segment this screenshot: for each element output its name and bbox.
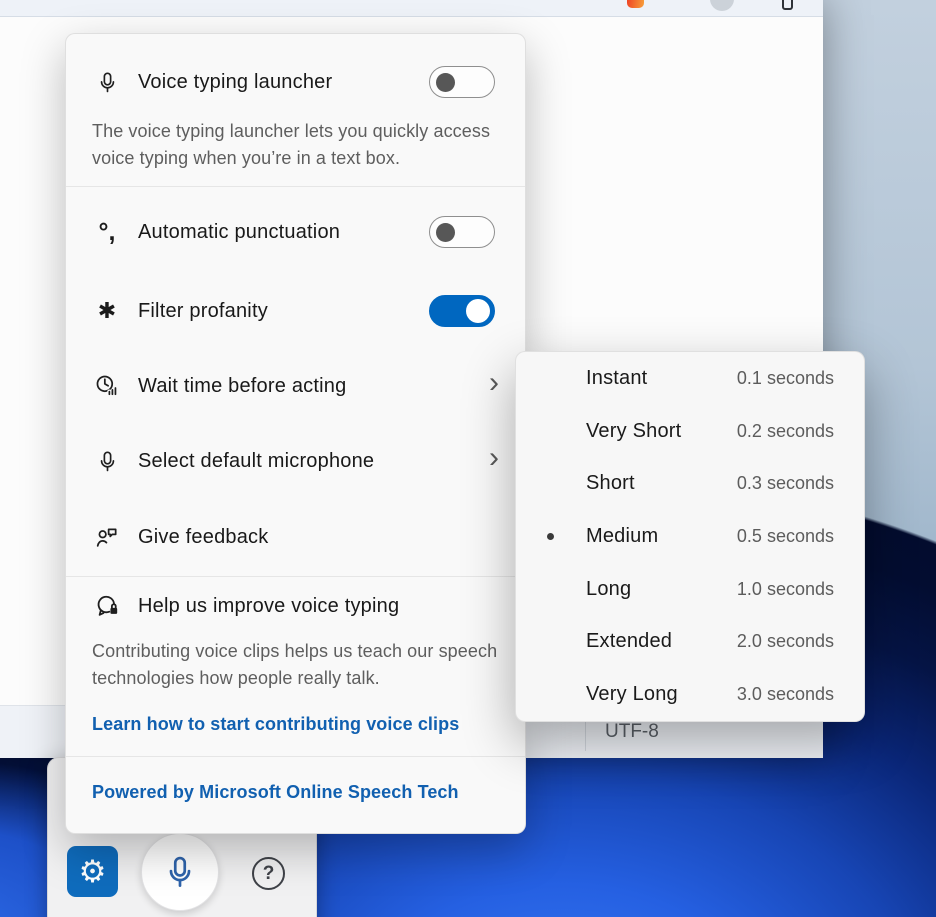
submenu-item-value: 0.2 seconds — [737, 421, 834, 442]
menu-item-label: Automatic punctuation — [138, 221, 340, 244]
window-topbar — [0, 0, 823, 17]
menu-item-filter-profanity[interactable]: ✱ Filter profanity — [92, 286, 499, 336]
microphone-icon — [92, 70, 122, 95]
submenu-item-value: 1.0 seconds — [737, 579, 834, 600]
submenu-item-label: Short — [586, 472, 635, 495]
submenu-item-label: Long — [586, 578, 631, 601]
toggle-knob — [436, 223, 455, 242]
voice-typing-launcher-toggle[interactable] — [429, 66, 495, 98]
selected-bullet — [547, 691, 586, 698]
chevron-right-icon: › — [489, 458, 499, 464]
voice-typing-settings-flyout: Voice typing launcher The voice typing l… — [65, 33, 526, 834]
selected-bullet — [547, 480, 586, 487]
selected-bullet — [547, 533, 586, 540]
submenu-item-label: Very Long — [586, 683, 678, 706]
menu-item-voice-typing-launcher[interactable]: Voice typing launcher — [92, 57, 499, 107]
menu-item-label: Give feedback — [138, 526, 268, 549]
punctuation-icon: °, — [92, 220, 122, 245]
wait-time-submenu: Instant 0.1 seconds Very Short 0.2 secon… — [515, 351, 865, 722]
divider — [66, 576, 525, 577]
automatic-punctuation-toggle[interactable] — [429, 216, 495, 248]
menu-item-automatic-punctuation[interactable]: °, Automatic punctuation — [92, 207, 499, 257]
microphone-button[interactable] — [141, 833, 219, 911]
microphone-icon — [161, 853, 199, 891]
toggle-knob — [436, 73, 455, 92]
menu-item-select-microphone[interactable]: Select default microphone › — [92, 436, 499, 486]
submenu-item-value: 0.1 seconds — [737, 368, 834, 389]
submenu-item-value: 2.0 seconds — [737, 631, 834, 652]
launcher-description: The voice typing launcher lets you quick… — [92, 118, 500, 172]
avatar[interactable] — [710, 0, 734, 11]
wait-time-clock-icon — [92, 373, 122, 399]
submenu-item-very-long[interactable]: Very Long 3.0 seconds — [516, 668, 864, 721]
chevron-right-icon: › — [489, 383, 499, 389]
submenu-item-short[interactable]: Short 0.3 seconds — [516, 457, 864, 510]
feedback-icon — [92, 524, 122, 550]
selected-bullet — [547, 586, 586, 593]
powered-by-link[interactable]: Powered by Microsoft Online Speech Tech — [92, 782, 459, 803]
desktop-wallpaper: UTF-8 ⚙ ? — [0, 0, 936, 917]
menu-item-label: Help us improve voice typing — [138, 595, 399, 618]
toggle-knob — [466, 299, 490, 323]
gear-icon: ⚙ — [79, 856, 107, 887]
learn-voice-clips-link[interactable]: Learn how to start contributing voice cl… — [92, 714, 459, 735]
selected-bullet — [547, 638, 586, 645]
question-mark-icon: ? — [263, 863, 275, 885]
divider — [66, 756, 525, 757]
submenu-item-instant[interactable]: Instant 0.1 seconds — [516, 352, 864, 405]
submenu-item-label: Extended — [586, 630, 672, 653]
submenu-item-label: Medium — [586, 525, 658, 548]
submenu-item-label: Instant — [586, 367, 647, 390]
selected-bullet — [547, 428, 586, 435]
selected-bullet — [547, 375, 586, 382]
menu-item-help-improve[interactable]: Help us improve voice typing — [92, 581, 499, 631]
help-button[interactable]: ? — [252, 857, 285, 890]
submenu-item-label: Very Short — [586, 420, 681, 443]
filter-profanity-toggle[interactable] — [429, 295, 495, 327]
submenu-item-long[interactable]: Long 1.0 seconds — [516, 563, 864, 616]
window-icon[interactable] — [782, 0, 793, 10]
submenu-item-medium[interactable]: Medium 0.5 seconds — [516, 510, 864, 563]
private-chat-lock-icon — [92, 593, 122, 620]
menu-item-label: Wait time before acting — [138, 375, 346, 398]
submenu-item-value: 3.0 seconds — [737, 684, 834, 705]
submenu-item-extended[interactable]: Extended 2.0 seconds — [516, 616, 864, 669]
submenu-item-very-short[interactable]: Very Short 0.2 seconds — [516, 405, 864, 458]
microphone-icon — [92, 449, 122, 474]
settings-button[interactable]: ⚙ — [67, 846, 118, 897]
asterisk-icon: ✱ — [92, 300, 122, 322]
menu-item-label: Select default microphone — [138, 450, 374, 473]
menu-item-label: Filter profanity — [138, 300, 268, 323]
improve-description: Contributing voice clips helps us teach … — [92, 638, 500, 692]
menu-item-give-feedback[interactable]: Give feedback — [92, 512, 499, 562]
divider — [66, 186, 525, 187]
browser-extension-icon[interactable] — [627, 0, 644, 8]
submenu-item-value: 0.3 seconds — [737, 473, 834, 494]
submenu-item-value: 0.5 seconds — [737, 526, 834, 547]
menu-item-wait-time[interactable]: Wait time before acting › — [92, 361, 499, 411]
menu-item-label: Voice typing launcher — [138, 71, 332, 94]
